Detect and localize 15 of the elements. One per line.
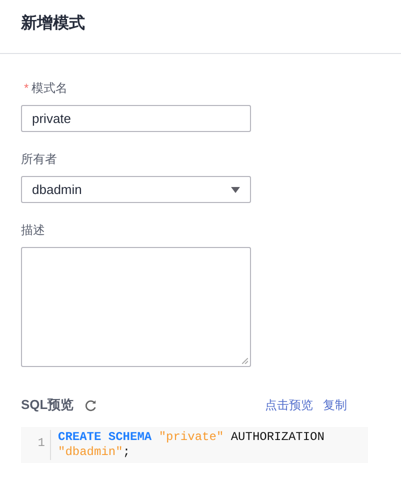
field-label: 描述 (21, 222, 45, 239)
input-field[interactable]: private (21, 105, 251, 132)
required-mark: * (24, 80, 29, 97)
line-number: 1 (38, 436, 45, 450)
section-title: SQL预览 (21, 396, 74, 414)
refresh-icon[interactable] (84, 398, 97, 412)
preview-link[interactable]: 复制 (323, 396, 347, 414)
field-label: 模式名 (32, 80, 68, 97)
resize-handle-icon (242, 358, 248, 364)
preview-link[interactable]: 点击预览 (265, 396, 313, 414)
code-line: CREATE SCHEMA "private" AUTHORIZATION "dbadmin"; (57, 430, 326, 460)
caret-icon (231, 186, 240, 192)
field-label: 所有者 (21, 151, 57, 168)
select-field[interactable]: dbadmin (21, 176, 251, 203)
dialog-title: 新增模式 (21, 15, 85, 32)
